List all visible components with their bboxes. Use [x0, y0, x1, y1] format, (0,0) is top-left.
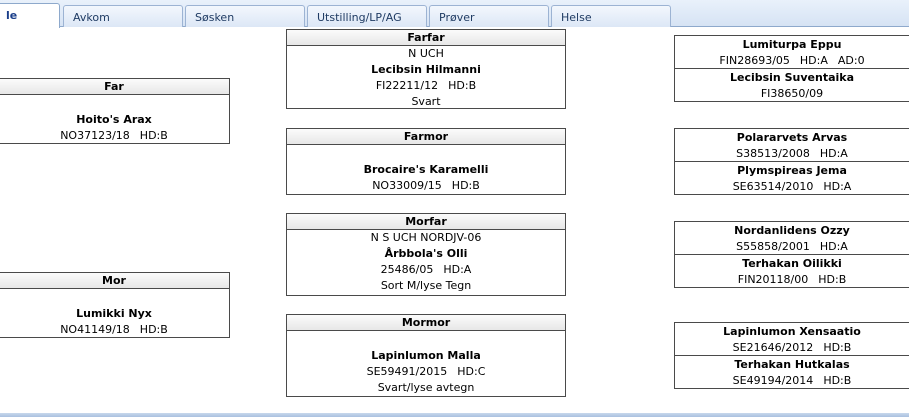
dog-name: Årbbola's Olli — [384, 247, 468, 260]
pedigree-farmormor[interactable]: Plymspireas Jema SE63514/2010 HD:A — [675, 162, 909, 195]
pedigree-mormormor[interactable]: Terhakan Hutkalas SE49194/2014 HD:B — [675, 356, 909, 389]
dog-registration: NO41149/18 HD:B — [0, 322, 229, 338]
pedigree-farmorfar[interactable]: Polararvets Arvas S38513/2008 HD:A — [675, 129, 909, 162]
tab-utstilling[interactable]: Utstilling/LP/AG — [307, 5, 427, 27]
dog-name: Plymspireas Jema — [737, 163, 847, 177]
box-title: Morfar — [287, 214, 565, 230]
reg-number: FIN20118/00 — [737, 272, 809, 286]
dog-registration: SE59491/2015 HD:C — [287, 364, 565, 380]
pedigree-gen3-pair-4: Lapinlumon Xensaatio SE21646/2012 HD:B Te… — [674, 322, 909, 389]
reg-number: S55858/2001 — [736, 240, 810, 253]
pedigree-farfar[interactable]: Farfar N UCH Lecibsin Hilmanni FI22211/1… — [286, 29, 566, 109]
dog-name: Polararvets Arvas — [736, 131, 848, 144]
dog-name: Hoito's Arax — [76, 113, 152, 126]
pedigree-mor[interactable]: Mor Lumikki Nyx NO41149/18 HD:B — [0, 272, 230, 338]
dog-color: Svart/lyse avtegn — [377, 381, 475, 394]
reg-number: NO37123/18 — [60, 129, 130, 142]
reg-number: FI38650/09 — [760, 86, 824, 100]
dog-registration: NO33009/15 HD:B — [287, 178, 565, 194]
tab-pedigree[interactable]: le — [0, 3, 60, 28]
box-title: Mormor — [287, 315, 565, 331]
pedigree-gen3-pair-2: Polararvets Arvas S38513/2008 HD:A Plymsp… — [674, 128, 909, 195]
dog-name: Terhakan Hutkalas — [734, 357, 850, 371]
tab-bar: le Avkom Søsken Utstilling/LP/AG Prøver … — [0, 0, 909, 28]
tab-label: Utstilling/LP/AG — [317, 11, 402, 24]
box-title: Far — [0, 79, 229, 95]
dog-registration: SE63514/2010 HD:A — [675, 179, 909, 195]
dog-name: Lecibsin Hilmanni — [371, 63, 481, 76]
pedigree-gen3-pair-1: Lumiturpa Eppu FIN28693/05 HD:A AD:0 Lecib… — [674, 35, 909, 102]
hd-status: HD:B — [451, 179, 480, 192]
hd-status: HD:A — [799, 54, 828, 67]
hd-status: HD:A — [819, 240, 848, 253]
hd-status: HD:B — [823, 341, 852, 354]
reg-number: FI22211/12 — [375, 79, 439, 92]
dog-registration: NO37123/18 HD:B — [0, 128, 229, 144]
reg-number: SE59491/2015 — [366, 365, 448, 378]
dog-titles: N S UCH NORDJV-06 — [370, 231, 482, 244]
tab-helse[interactable]: Helse — [551, 5, 671, 27]
dog-registration: SE21646/2012 HD:B — [675, 340, 909, 356]
box-title: Farfar — [287, 30, 565, 46]
dog-name: Brocaire's Karamelli — [363, 163, 489, 176]
tab-prover[interactable]: Prøver — [429, 5, 549, 27]
pedigree-mormor[interactable]: Mormor Lapinlumon Malla SE59491/2015 HD:C… — [286, 314, 566, 397]
panel-bottom-border — [0, 413, 909, 417]
reg-number: S38513/2008 — [736, 147, 810, 160]
pedigree-farmor[interactable]: Farmor Brocaire's Karamelli NO33009/15 HD… — [286, 128, 566, 195]
dog-name: Nordanlidens Ozzy — [734, 224, 850, 237]
pedigree-mormorfar[interactable]: Lapinlumon Xensaatio SE21646/2012 HD:B — [675, 323, 909, 356]
tab-label: Helse — [561, 11, 592, 24]
tab-label: Søsken — [195, 11, 235, 24]
ad-status: AD:0 — [837, 54, 865, 67]
reg-number: NO33009/15 — [372, 179, 442, 192]
pedigree-morfar[interactable]: Morfar N S UCH NORDJV-06 Årbbola's Olli … — [286, 213, 566, 296]
hd-status: HD:B — [448, 79, 477, 92]
tab-sosken[interactable]: Søsken — [185, 5, 305, 27]
hd-status: HD:B — [823, 373, 852, 387]
hd-status: HD:B — [139, 129, 168, 142]
hd-status: HD:B — [139, 323, 168, 336]
dog-color: Sort M/lyse Tegn — [380, 279, 472, 292]
pedigree-far[interactable]: Far Hoito's Arax NO37123/18 HD:B — [0, 78, 230, 144]
tab-label: Avkom — [73, 11, 110, 24]
hd-status: HD:A — [443, 263, 472, 276]
dog-name: Terhakan Oilikki — [742, 256, 842, 270]
dog-name: Lumikki Nyx — [76, 307, 152, 320]
hd-status: HD:A — [819, 147, 848, 160]
hd-status: HD:B — [818, 272, 847, 286]
pedigree-gen3-pair-3: Nordanlidens Ozzy S55858/2001 HD:A Terhak… — [674, 221, 909, 288]
hd-status: HD:A — [823, 179, 852, 193]
dog-registration: FI22211/12 HD:B — [287, 78, 565, 94]
dog-name: Lapinlumon Malla — [371, 349, 481, 362]
dog-name: Lecibsin Suventaika — [729, 70, 855, 84]
reg-number: NO41149/18 — [60, 323, 130, 336]
dog-titles: N UCH — [408, 47, 444, 60]
dog-registration: SE49194/2014 HD:B — [675, 373, 909, 389]
tab-label: le — [6, 9, 18, 22]
tab-label: Prøver — [439, 11, 475, 24]
pedigree-morfarmor[interactable]: Terhakan Oilikki FIN20118/00 HD:B — [675, 255, 909, 288]
hd-status: HD:C — [457, 365, 486, 378]
box-title: Mor — [0, 273, 229, 289]
dog-color: Svart — [411, 95, 441, 108]
dog-registration: S55858/2001 HD:A — [675, 239, 909, 255]
dog-name: Lumiturpa Eppu — [742, 38, 842, 51]
reg-number: SE49194/2014 — [732, 373, 814, 387]
dog-name: Lapinlumon Xensaatio — [723, 325, 861, 338]
reg-number: SE21646/2012 — [732, 341, 814, 354]
reg-number: 25486/05 — [380, 263, 434, 276]
dog-registration: S38513/2008 HD:A — [675, 146, 909, 162]
box-title: Farmor — [287, 129, 565, 145]
reg-number: FIN28693/05 — [719, 54, 790, 67]
dog-registration: FIN28693/05 HD:A AD:0 — [675, 53, 909, 69]
pedigree-morfarfar[interactable]: Nordanlidens Ozzy S55858/2001 HD:A — [675, 222, 909, 255]
tab-avkom[interactable]: Avkom — [63, 5, 183, 27]
dog-registration: FIN20118/00 HD:B — [675, 272, 909, 288]
dog-registration: 25486/05 HD:A — [287, 262, 565, 278]
reg-number: SE63514/2010 — [732, 179, 814, 193]
pedigree-farfarfar[interactable]: Lumiturpa Eppu FIN28693/05 HD:A AD:0 — [675, 36, 909, 69]
pedigree-farfarmor[interactable]: Lecibsin Suventaika FI38650/09 — [675, 69, 909, 102]
